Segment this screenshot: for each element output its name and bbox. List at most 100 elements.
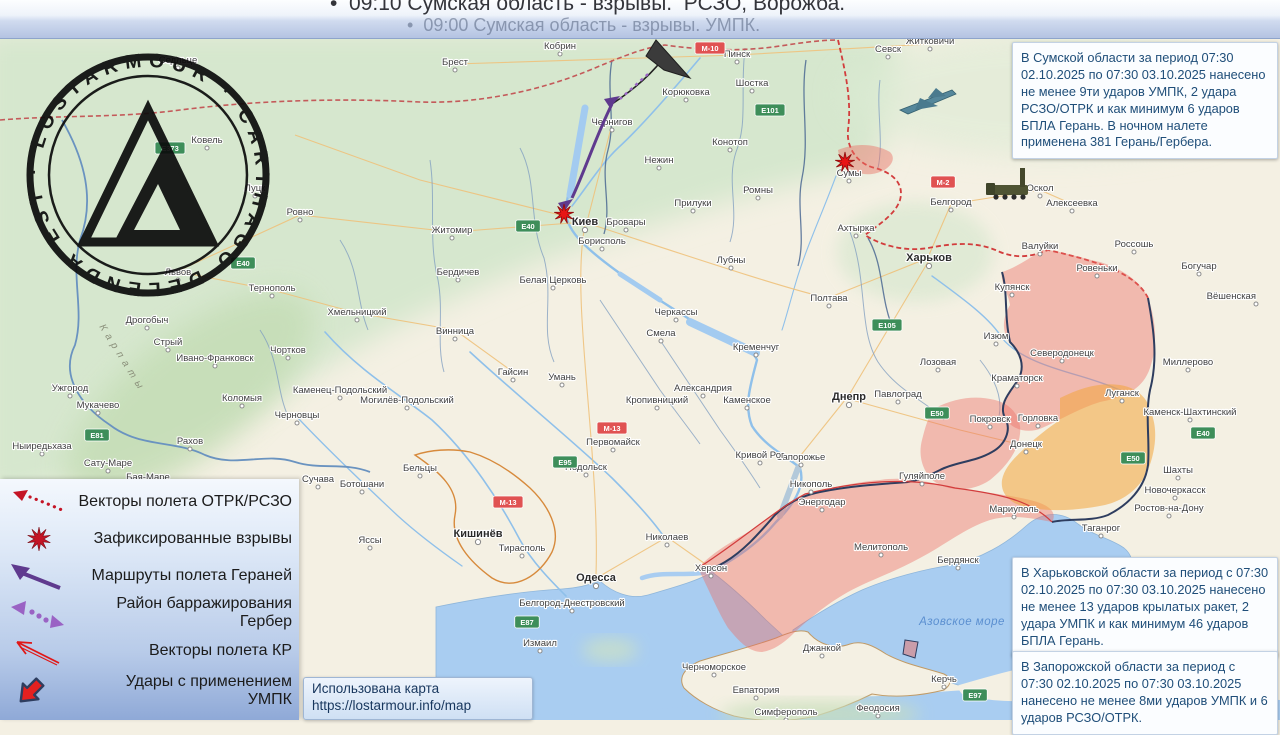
map-city-label: Купянск [995,282,1031,293]
map-city-label: Донецк [1010,439,1043,450]
map-city-label: Киев [572,216,599,228]
road-badge-label: Е50 [1126,454,1139,463]
road-badge: М-13 [597,422,627,434]
road-badge-label: Е40 [521,222,534,231]
legend-row-umpk: Удары с применением УМПК [0,674,299,708]
map-city-label: Сумы [837,168,862,179]
map-city-label: Каменск-Шахтинский [1143,407,1236,418]
legend-row-geran: Маршруты полета Гераней [0,559,299,593]
map-city-label: Лубны [717,255,746,266]
map-city-label: Конотоп [712,137,748,148]
road-badge-label: Е40 [1196,429,1209,438]
map-city-label: Стрый [154,337,183,348]
road-badge: М-2 [931,176,956,188]
map-city-label: Кобрин [544,41,576,52]
map-city-label: Феодосия [856,703,900,714]
road-badge: М-10 [695,42,725,54]
map-city-label: Умань [548,372,576,383]
map-city-label: Полтава [810,293,848,304]
map-city-label: Ростов-на-Дону [1134,503,1203,514]
road-badge-label: М-10 [701,44,718,53]
map-city-label: Александрия [674,383,732,394]
map-city-label: Бровары [606,217,645,228]
road-badge: Е105 [872,319,902,331]
map-city-label: Днепр [832,391,866,403]
map-city-label: Таганрог [1082,523,1121,534]
map-city-label: Новочеркасск [1145,485,1207,496]
map-city-label: Чортков [270,345,306,356]
map-city-label: Белгород [930,197,972,208]
map-city-label: Винница [436,326,475,337]
road-badge: Е50 [1121,452,1146,464]
map-city-label: Кременчуг [733,342,780,353]
map-city-label: Бердичев [437,267,480,278]
road-badge-label: Е81 [90,431,103,440]
legend-row-otrk: Векторы полета ОТРК/РСЗО [0,485,299,519]
map-city-label: Житомир [432,225,473,236]
map-city-label: Чернигов [591,117,632,128]
map-city-label: Прилуки [674,198,711,209]
map-city-label: Ботошани [340,479,384,490]
map-city-label: Россошь [1115,239,1154,250]
map-city-label: Черкассы [655,307,698,318]
road-badge: Е97 [963,689,988,701]
map-city-label: Кривой Рог [736,450,785,461]
map-city-label: Кишинёв [454,528,503,540]
map-city-label: Тернополь [248,283,295,294]
map-city-label: Гайсин [498,367,529,378]
map-city-label: Шахты [1163,465,1193,476]
road-badge-label: Е97 [968,691,981,700]
map-city-label: Сату-Маре [84,458,132,469]
road-badge-label: М-13 [603,424,620,433]
road-badge: М-13 [493,496,523,508]
cruise-vector-icon [0,636,78,666]
road-badge-label: Е95 [558,458,571,467]
map-city-label: Никополь [790,479,832,490]
map-city-label: Мукачево [77,400,120,411]
map-city-label: Симферополь [754,707,817,718]
map-city-label: Белая Церковь [520,275,587,286]
map-city-label: Евпатория [733,685,780,696]
infobox-sumy-summary: В Сумской области за период 07:30 02.10.… [1012,42,1278,159]
map-city-label: Николаев [646,532,689,543]
map-city-label: Ахтырка [837,223,875,234]
map-city-label: Бердянск [937,555,979,566]
map-attribution: Использована карта https://lostarmour.in… [303,677,533,720]
map-city-label: Корюковка [662,87,710,98]
map-city-label: Ужгород [52,383,89,394]
map-city-label: Измаил [523,638,557,649]
map-city-label: Рахов [177,436,203,447]
legend-label: Удары с применением УМПК [78,673,299,709]
road-badge: Е50 [925,407,950,419]
map-city-label: Оскол [1026,183,1053,194]
map-city-label: Луганск [1105,388,1140,399]
map-city-label: Херсон [695,563,727,574]
map-city-label: Покровск [970,414,1012,425]
map-city-label: Севск [875,44,902,55]
road-badge: Е101 [755,104,785,116]
map-city-label: Черновцы [275,410,320,421]
umpk-strike-icon [0,674,78,708]
otrk-vector-icon [0,487,78,517]
legend-label: Зафиксированные взрывы [78,530,299,548]
map-city-label: Яссы [358,535,381,546]
map-legend-panel: Векторы полета ОТРК/РСЗО Зафиксированные… [0,479,299,720]
map-city-label: Шостка [736,78,769,89]
map-city-label: Каменское [723,395,770,406]
map-city-label: Горловка [1018,413,1059,424]
map-city-label: Нежин [645,155,674,166]
legend-label: Район барражирования Гербер [78,595,299,631]
map-city-label: Мариуполь [989,504,1038,515]
road-badge-label: Е50 [930,409,943,418]
road-badge: Е95 [553,456,578,468]
gerbera-loiter-icon [0,598,78,628]
map-city-label: Энергодар [798,497,845,508]
map-city-label: Сучава [302,474,335,485]
map-city-label: Керчь [931,674,957,685]
map-city-label: Миллерово [1163,357,1213,368]
map-city-label: Брест [442,57,469,68]
legend-label: Векторы полета ОТРК/РСЗО [78,493,299,511]
map-city-label: Борисполь [578,236,626,247]
map-city-label: Могилёв-Подольский [360,395,454,406]
legend-row-explosions: Зафиксированные взрывы [0,522,299,556]
